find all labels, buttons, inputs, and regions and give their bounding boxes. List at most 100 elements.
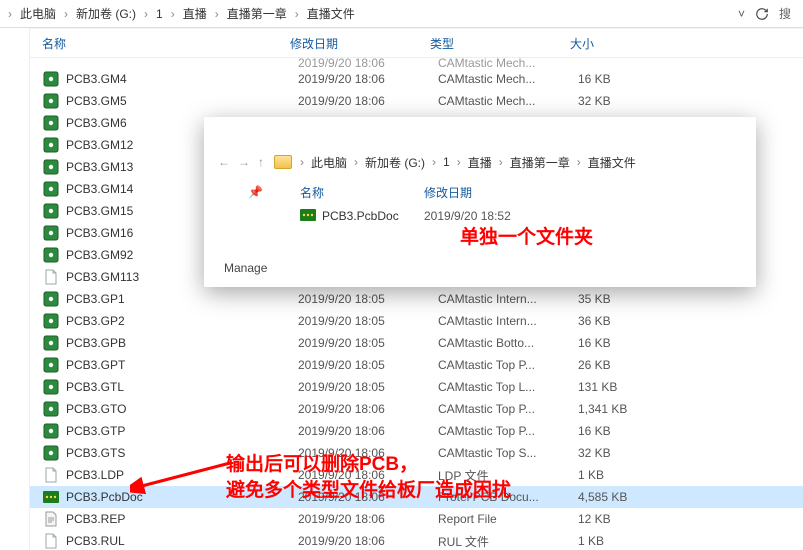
search-hint[interactable]: 搜 <box>773 5 797 22</box>
rep-file-icon <box>42 510 60 528</box>
file-type: CAMtastic Top P... <box>438 402 578 416</box>
file-type: CAMtastic Botto... <box>438 336 578 350</box>
file-row-partial[interactable]: 2019/9/20 18:06 CAMtastic Mech... <box>30 58 803 68</box>
breadcrumb-item[interactable]: 新加卷 (G:) <box>360 154 430 171</box>
file-date: 2019/9/20 18:05 <box>298 358 438 372</box>
breadcrumb-item[interactable]: 直播文件 <box>583 154 641 171</box>
file-date: 2019/9/20 18:06 <box>298 424 438 438</box>
file-name: PCB3.GM5 <box>66 94 298 108</box>
folder-icon <box>274 155 292 169</box>
file-name: PCB3.RUL <box>66 534 298 548</box>
file-size: 16 KB <box>578 72 678 86</box>
file-date: 2019/9/20 18:06 <box>298 402 438 416</box>
nav-forward-icon[interactable]: → <box>234 155 254 169</box>
breadcrumb-item[interactable]: 直播 <box>463 154 497 171</box>
breadcrumb-item[interactable]: 直播第一章 <box>221 5 293 22</box>
cam-file-icon <box>42 334 60 352</box>
columns-header[interactable]: 名称 修改日期 类型 大小 <box>30 28 803 58</box>
file-row[interactable]: PCB3.GTP2019/9/20 18:06CAMtastic Top P..… <box>30 420 803 442</box>
file-type: CAMtastic Mech... <box>438 94 578 108</box>
pcb-file-icon <box>300 209 316 224</box>
column-date[interactable]: 修改日期 <box>290 35 430 52</box>
file-row[interactable]: PCB3.GTO2019/9/20 18:06CAMtastic Top P..… <box>30 398 803 420</box>
file-size: 131 KB <box>578 380 678 394</box>
file-type: CAMtastic Intern... <box>438 314 578 328</box>
nav-back-icon[interactable]: ← <box>214 155 234 169</box>
file-size: 1,341 KB <box>578 402 678 416</box>
file-row[interactable]: PCB3.GPB2019/9/20 18:05CAMtastic Botto..… <box>30 332 803 354</box>
file-row[interactable]: PCB3.GP12019/9/20 18:05CAMtastic Intern.… <box>30 288 803 310</box>
cam-file-icon <box>42 400 60 418</box>
chevron-right-icon: › <box>6 7 14 21</box>
file-name: PCB3.REP <box>66 512 298 526</box>
chevron-right-icon: › <box>142 7 150 21</box>
pin-icon[interactable]: 📌 <box>248 185 263 199</box>
breadcrumb-item[interactable]: 此电脑 <box>306 154 352 171</box>
file-name: PCB3.GTL <box>66 380 298 394</box>
file-row[interactable]: PCB3.GM42019/9/20 18:06CAMtastic Mech...… <box>30 68 803 90</box>
column-type[interactable]: 类型 <box>430 35 570 52</box>
file-size: 36 KB <box>578 314 678 328</box>
breadcrumb-item[interactable]: 直播文件 <box>301 5 361 22</box>
file-size: 32 KB <box>578 94 678 108</box>
file-row[interactable]: PCB3.GTL2019/9/20 18:05CAMtastic Top L..… <box>30 376 803 398</box>
chevron-right-icon: › <box>293 7 301 21</box>
file-file-icon <box>42 268 60 286</box>
file-size: 26 KB <box>578 358 678 372</box>
file-row[interactable]: PCB3.GPT2019/9/20 18:05CAMtastic Top P..… <box>30 354 803 376</box>
cam-file-icon <box>42 422 60 440</box>
annotation-delete-notice: 输出后可以删除PCB， 避免多个类型文件给板厂造成困扰 <box>226 452 511 503</box>
refresh-icon[interactable] <box>751 3 773 25</box>
chevron-right-icon: › <box>169 7 177 21</box>
pcb-file-icon <box>42 488 60 506</box>
file-name: PCB3.GP1 <box>66 292 298 306</box>
file-type: CAMtastic Top L... <box>438 380 578 394</box>
file-row[interactable]: PCB3.RUL2019/9/20 18:06RUL 文件1 KB <box>30 530 803 550</box>
breadcrumb-item[interactable]: 直播 <box>177 5 213 22</box>
cam-file-icon <box>42 312 60 330</box>
cam-file-icon <box>42 180 60 198</box>
cam-file-icon <box>42 136 60 154</box>
file-date: 2019/9/20 18:06 <box>298 534 438 548</box>
file-date: 2019/9/20 18:06 <box>298 72 438 86</box>
overlay-breadcrumb: ← → ↑ › 此电脑 › 新加卷 (G:) › 1 › 直播 › 直播第一章 … <box>204 145 756 179</box>
cam-file-icon <box>42 444 60 462</box>
file-row[interactable]: PCB3.GP22019/9/20 18:05CAMtastic Intern.… <box>30 310 803 332</box>
breadcrumb-item[interactable]: 直播第一章 <box>505 154 575 171</box>
nav-up-icon[interactable]: ↑ <box>254 155 268 169</box>
cam-file-icon <box>42 290 60 308</box>
breadcrumb-bar: › 此电脑 › 新加卷 (G:) › 1 › 直播 › 直播第一章 › 直播文件… <box>0 0 803 28</box>
overlay-explorer-window: ← → ↑ › 此电脑 › 新加卷 (G:) › 1 › 直播 › 直播第一章 … <box>204 117 756 287</box>
breadcrumb-item[interactable]: 1 <box>438 155 455 169</box>
file-size: 16 KB <box>578 424 678 438</box>
breadcrumb-item[interactable]: 1 <box>150 7 169 21</box>
column-size[interactable]: 大小 <box>570 35 670 52</box>
overlay-columns-header[interactable]: 名称 修改日期 <box>294 179 756 205</box>
breadcrumb-item[interactable]: 新加卷 (G:) <box>70 5 142 22</box>
file-row[interactable]: PCB3.REP2019/9/20 18:06Report File12 KB <box>30 508 803 530</box>
history-dropdown-icon[interactable]: ˅ <box>732 7 751 21</box>
file-date: 2019/9/20 18:06 <box>298 512 438 526</box>
file-name: PCB3.GTO <box>66 402 298 416</box>
chevron-right-icon: › <box>62 7 70 21</box>
overlay-manage-label: Manage <box>224 261 267 275</box>
file-type: RUL 文件 <box>438 533 578 550</box>
overlay-col-date[interactable]: 修改日期 <box>424 184 584 201</box>
breadcrumb-item[interactable]: 此电脑 <box>14 5 62 22</box>
file-date: 2019/9/20 18:05 <box>298 380 438 394</box>
annotation-single-folder: 单独一个文件夹 <box>460 222 593 249</box>
file-size: 1 KB <box>578 534 678 548</box>
file-size: 4,585 KB <box>578 490 678 504</box>
file-row[interactable]: PCB3.GM52019/9/20 18:06CAMtastic Mech...… <box>30 90 803 112</box>
cam-file-icon <box>42 378 60 396</box>
column-name[interactable]: 名称 <box>30 35 290 52</box>
overlay-col-name[interactable]: 名称 <box>294 184 424 201</box>
file-name: PCB3.GTP <box>66 424 298 438</box>
file-size: 12 KB <box>578 512 678 526</box>
file-date: 2019/9/20 18:05 <box>298 292 438 306</box>
file-file-icon <box>42 466 60 484</box>
overlay-file-name: PCB3.PcbDoc <box>322 209 399 223</box>
file-size: 16 KB <box>578 336 678 350</box>
file-name: PCB3.GP2 <box>66 314 298 328</box>
file-type: CAMtastic Top P... <box>438 424 578 438</box>
